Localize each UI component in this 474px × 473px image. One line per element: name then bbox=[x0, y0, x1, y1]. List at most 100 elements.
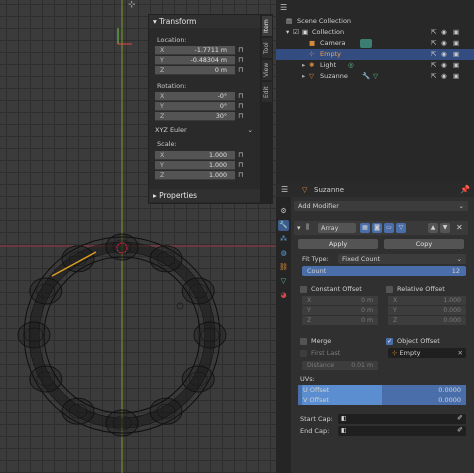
scale-y-field[interactable]: Y 1.000 bbox=[155, 161, 235, 170]
empty-object-icon bbox=[176, 302, 184, 310]
select-arrow-icon[interactable]: ⇱ bbox=[431, 71, 436, 82]
lock-icon[interactable]: ⊓ bbox=[238, 92, 246, 100]
offset-object-field[interactable]: ⊹ Empty ✕ bbox=[388, 348, 466, 358]
eye-icon[interactable]: ◉ bbox=[441, 49, 447, 60]
eye-icon[interactable]: ◉ bbox=[441, 27, 447, 38]
fit-type-dropdown[interactable]: Fixed Count ⌄ bbox=[338, 254, 466, 264]
scale-z-field[interactable]: Z 1.000 bbox=[155, 171, 235, 180]
close-icon[interactable]: ✕ bbox=[458, 348, 463, 358]
first-last-checkbox[interactable] bbox=[300, 350, 307, 357]
count-field[interactable]: Count 12 bbox=[302, 266, 466, 276]
constraints-icon[interactable]: ⛓ bbox=[278, 262, 289, 273]
tab-view[interactable]: View bbox=[262, 60, 272, 80]
v-offset-field[interactable]: V Offset 0.0000 bbox=[298, 395, 466, 405]
pin-icon[interactable]: 📌 bbox=[460, 185, 470, 194]
eye-icon[interactable]: ◉ bbox=[441, 38, 447, 49]
move-down-icon[interactable]: ▼ bbox=[440, 223, 450, 233]
x-axis-label: X bbox=[160, 152, 165, 159]
relative-offset-z-field[interactable]: Z 0.000 bbox=[388, 316, 466, 325]
location-x-field[interactable]: X -1.7711 m bbox=[155, 46, 235, 55]
physics-icon[interactable]: ◍ bbox=[278, 248, 289, 259]
camera-toggle-icon[interactable]: ◙ bbox=[372, 223, 382, 233]
outliner-row-collection[interactable]: ▾ ☑ ▣ Collection ⇱ ◉ ▣ bbox=[276, 27, 474, 38]
apply-button[interactable]: Apply bbox=[298, 239, 378, 249]
particles-icon[interactable]: ⁂ bbox=[278, 234, 289, 245]
location-z-field[interactable]: Z 0 m bbox=[155, 66, 235, 75]
transform-header[interactable]: ▾ Transform bbox=[149, 15, 260, 28]
location-y-field[interactable]: Y -0.48304 m bbox=[155, 56, 235, 65]
lock-icon[interactable]: ⊓ bbox=[238, 46, 246, 54]
chevron-down-icon[interactable]: ▾ bbox=[297, 224, 301, 232]
y-axis-label: Y bbox=[160, 57, 164, 64]
outliner-row-empty[interactable]: ⊹ Empty ⇱ ◉ ▣ bbox=[276, 49, 474, 60]
scale-x-field[interactable]: X 1.000 bbox=[155, 151, 235, 160]
editor-type-icon[interactable]: ☰ bbox=[280, 3, 294, 13]
lock-icon[interactable]: ⊓ bbox=[238, 102, 246, 110]
camera-icon[interactable]: ▣ bbox=[453, 71, 459, 82]
camera-icon[interactable]: ▣ bbox=[453, 49, 459, 60]
relative-offset-x-value: 1.000 bbox=[443, 297, 461, 304]
copy-button[interactable]: Copy bbox=[384, 239, 464, 249]
tab-tool[interactable]: Tool bbox=[262, 38, 272, 58]
camera-icon[interactable]: ▣ bbox=[453, 38, 459, 49]
z-axis-label: Z bbox=[160, 67, 165, 74]
constant-offset-z-field[interactable]: Z 0 m bbox=[302, 316, 378, 325]
u-offset-field[interactable]: U Offset 0.0000 bbox=[298, 385, 466, 395]
rotation-y-field[interactable]: Y 0° bbox=[155, 102, 235, 111]
lock-icon[interactable]: ⊓ bbox=[238, 171, 246, 179]
merge-distance-field[interactable]: Distance 0.01 m bbox=[302, 361, 378, 370]
rotation-x-field[interactable]: X -0° bbox=[155, 92, 235, 101]
eye-icon[interactable]: ◉ bbox=[441, 71, 447, 82]
relative-offset-y-field[interactable]: Y 0.000 bbox=[388, 306, 466, 315]
end-cap-field[interactable]: ◧ ✐ bbox=[338, 426, 466, 436]
tab-item[interactable]: Item bbox=[262, 16, 272, 36]
constant-offset-y-field[interactable]: Y 0 m bbox=[302, 306, 378, 315]
eye-icon[interactable]: ◉ bbox=[441, 60, 447, 71]
checkbox-icon[interactable]: ☑ bbox=[293, 27, 299, 38]
select-arrow-icon[interactable]: ⇱ bbox=[431, 38, 436, 49]
relative-offset-checkbox[interactable] bbox=[386, 286, 393, 293]
rotation-mode-dropdown[interactable]: XYZ Euler ⌄ bbox=[155, 126, 255, 135]
object-offset-checkbox[interactable]: ✓ bbox=[386, 338, 393, 345]
edit-mode-toggle-icon[interactable]: ▦ bbox=[360, 223, 370, 233]
outliner-row-scene[interactable]: ▤ Scene Collection bbox=[276, 16, 474, 27]
eyedropper-icon[interactable]: ✐ bbox=[457, 414, 463, 422]
properties-header[interactable]: ▸ Properties bbox=[149, 189, 260, 202]
material-icon[interactable]: ◕ bbox=[278, 290, 289, 301]
constant-offset-x-field[interactable]: X 0 m bbox=[302, 296, 378, 305]
outliner-row-camera[interactable]: ■ Camera ⇱ ◉ ▣ bbox=[276, 38, 474, 49]
camera-icon[interactable]: ▣ bbox=[453, 60, 459, 71]
relative-offset-x-field[interactable]: X 1.000 bbox=[388, 296, 466, 305]
relative-offset-label: Relative Offset bbox=[397, 285, 445, 293]
constant-offset-checkbox[interactable] bbox=[300, 286, 307, 293]
rotation-z-field[interactable]: Z 30° bbox=[155, 112, 235, 121]
modifier-name-field[interactable]: Array bbox=[318, 223, 356, 233]
add-modifier-dropdown[interactable]: Add Modifier ⌄ bbox=[294, 201, 468, 211]
select-arrow-icon[interactable]: ⇱ bbox=[431, 60, 436, 71]
close-icon[interactable]: ✕ bbox=[456, 223, 463, 232]
editor-type-icon[interactable]: ☰ bbox=[281, 185, 288, 194]
x-axis-label: X bbox=[160, 93, 165, 100]
select-arrow-icon[interactable]: ⇱ bbox=[431, 49, 436, 60]
merge-checkbox[interactable] bbox=[300, 338, 307, 345]
tab-edit[interactable]: Edit bbox=[262, 82, 272, 102]
outliner-row-suzanne[interactable]: ▸ ▽ Suzanne 🔧 ▽ ⇱ ◉ ▣ bbox=[276, 71, 474, 82]
select-arrow-icon[interactable]: ⇱ bbox=[431, 27, 436, 38]
lock-icon[interactable]: ⊓ bbox=[238, 151, 246, 159]
mesh-data-icon[interactable]: ▽ bbox=[278, 276, 289, 287]
outliner-row-light[interactable]: ▸ ✺ Light ◎ ⇱ ◉ ▣ bbox=[276, 60, 474, 71]
camera-icon[interactable]: ▣ bbox=[453, 27, 459, 38]
eyedropper-icon[interactable]: ✐ bbox=[457, 426, 463, 434]
display-toggle-icon[interactable]: ▭ bbox=[384, 223, 394, 233]
modifier-wrench-icon[interactable]: 🔧 bbox=[278, 220, 289, 231]
lock-icon[interactable]: ⊓ bbox=[238, 161, 246, 169]
lock-icon[interactable]: ⊓ bbox=[238, 112, 246, 120]
start-cap-field[interactable]: ◧ ✐ bbox=[338, 414, 466, 424]
chevron-right-icon: ▸ bbox=[302, 72, 306, 80]
move-up-icon[interactable]: ▲ bbox=[428, 223, 438, 233]
lock-icon[interactable]: ⊓ bbox=[238, 56, 246, 64]
viewport-header-icons[interactable]: ⊹ bbox=[128, 0, 148, 12]
tool-icon[interactable]: ⚙ bbox=[278, 206, 289, 217]
lock-icon[interactable]: ⊓ bbox=[238, 66, 246, 74]
cage-toggle-icon[interactable]: ▽ bbox=[396, 223, 406, 233]
